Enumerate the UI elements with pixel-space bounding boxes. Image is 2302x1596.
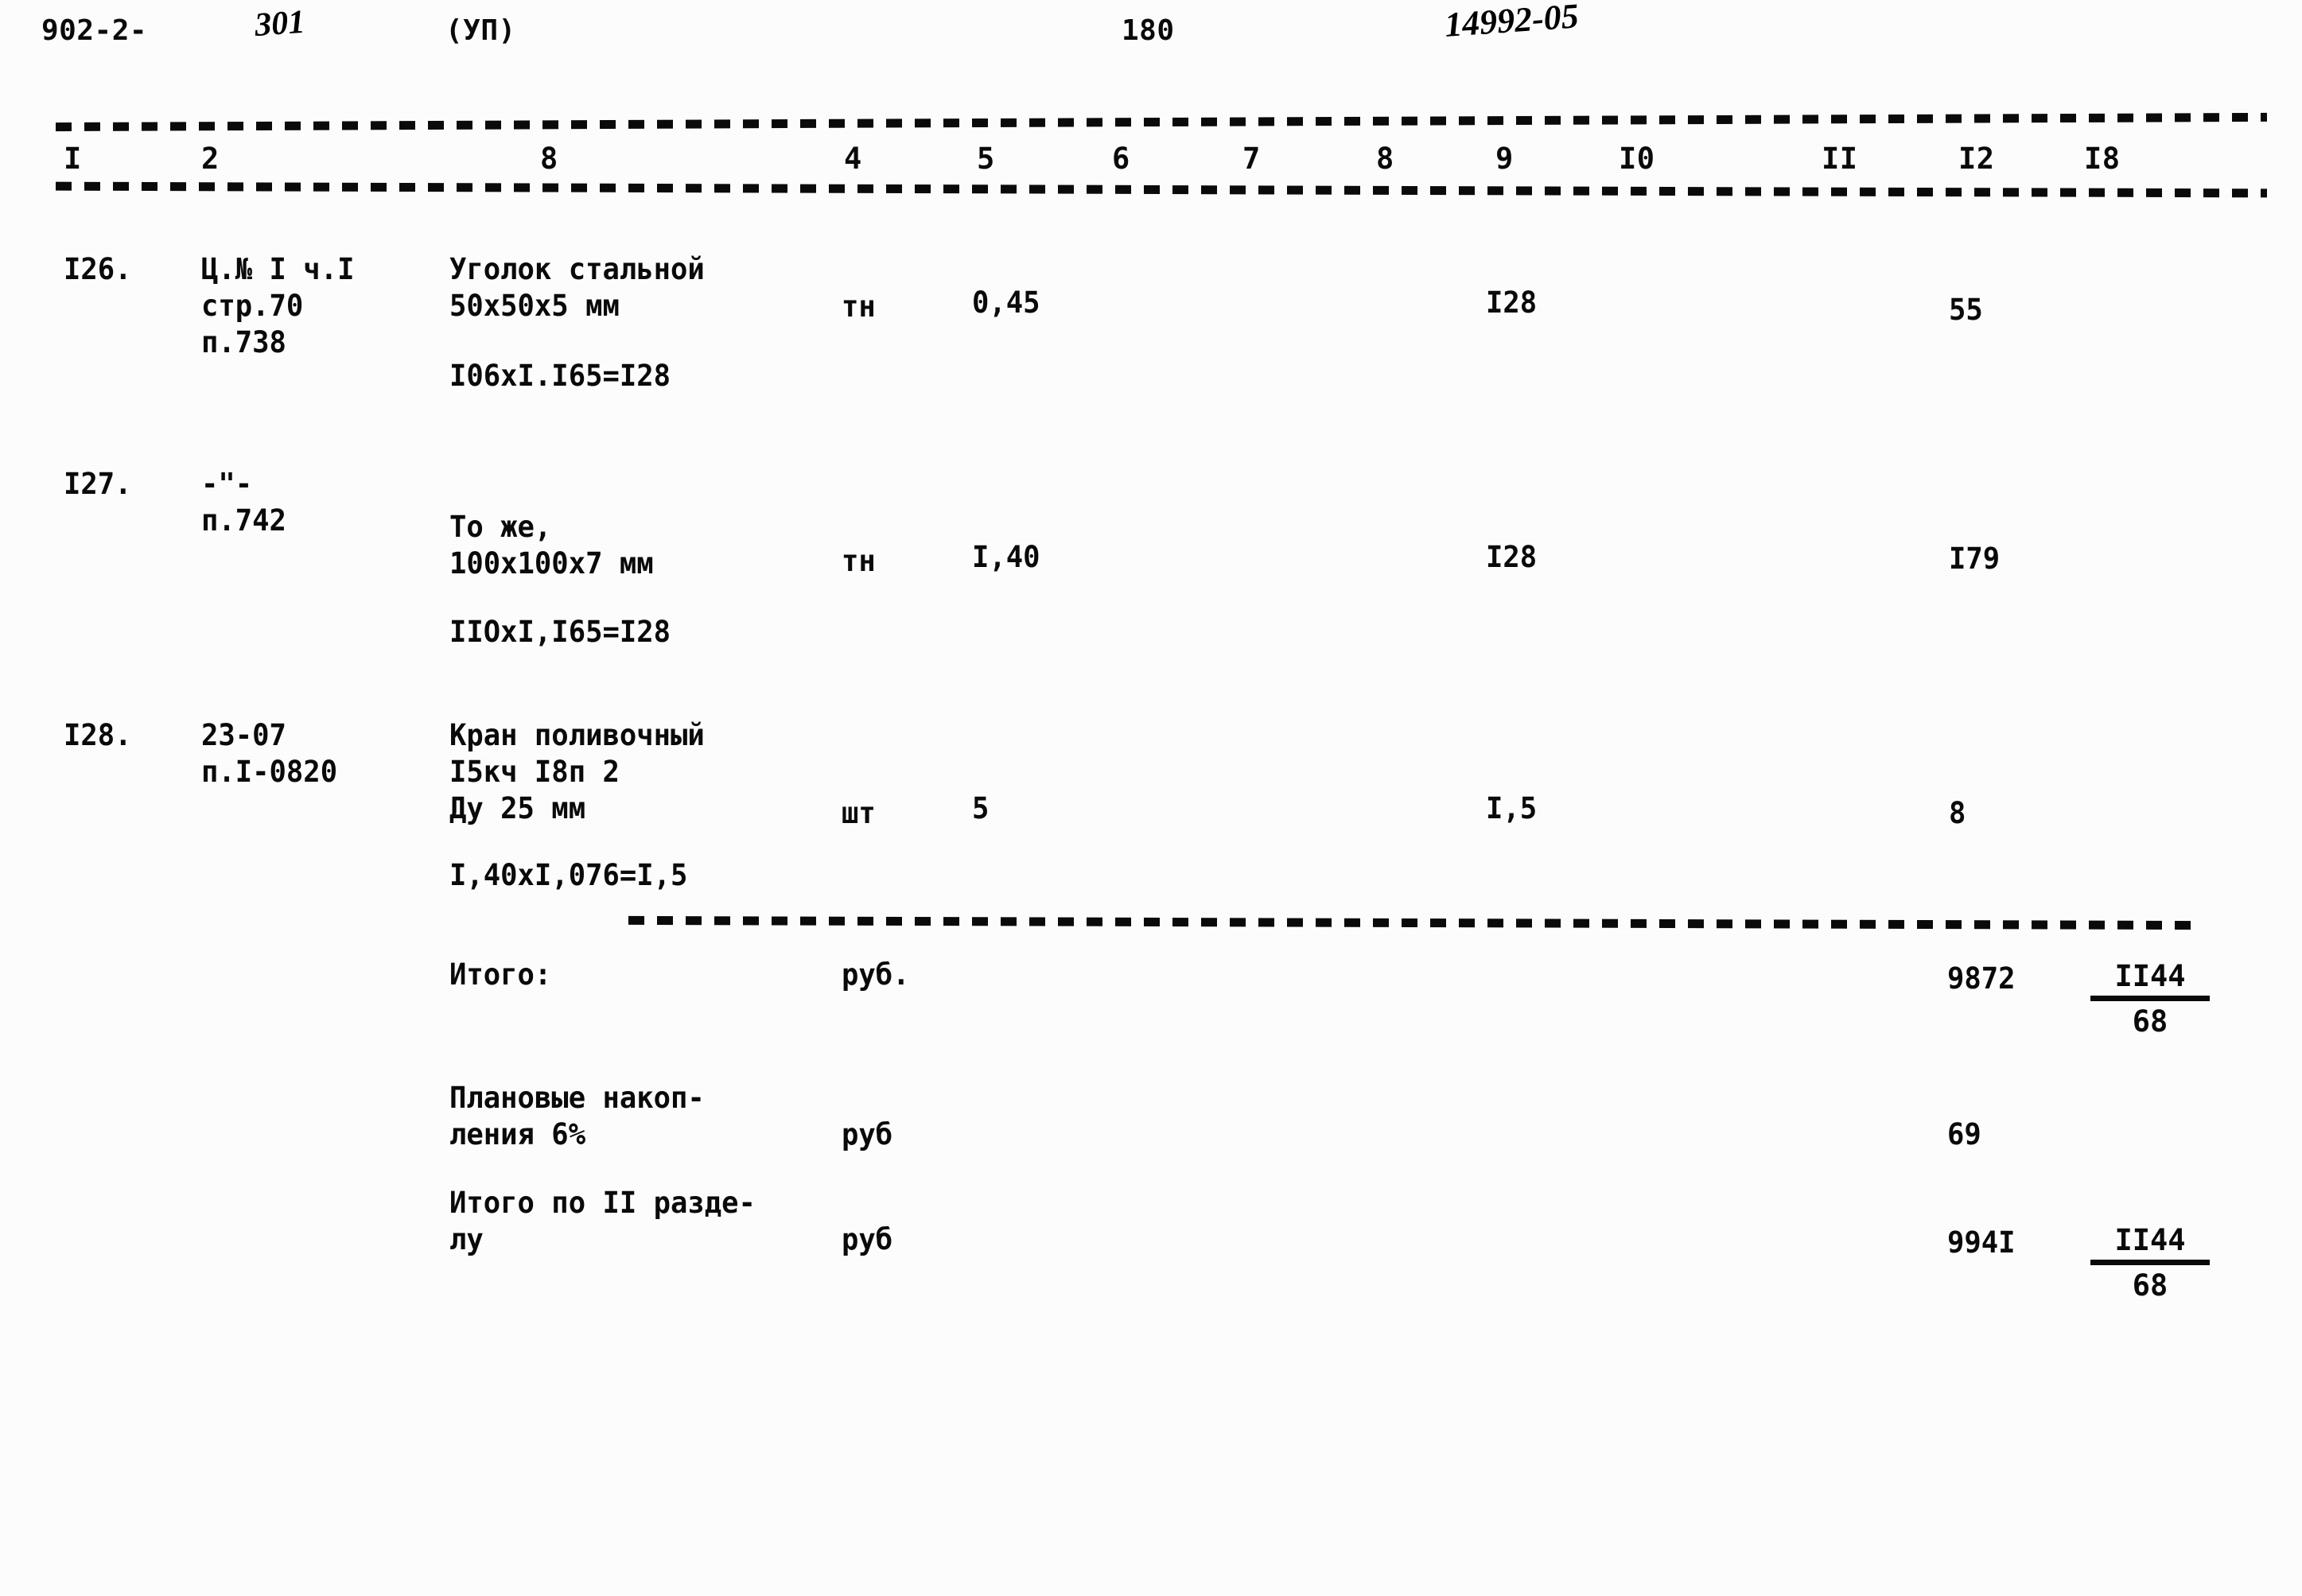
total-unit: руб [842, 1117, 893, 1151]
column-header-11: II [1822, 142, 1858, 176]
column-header-1: I [64, 142, 82, 176]
row-col9-value: I28 [1486, 540, 1538, 574]
column-header-13: I8 [2084, 142, 2121, 176]
column-header-5: 5 [977, 142, 995, 176]
column-header-6: 6 [1112, 142, 1130, 176]
total-col13-denominator: 68 [2132, 1268, 2168, 1303]
column-header-9: 9 [1495, 142, 1514, 176]
row-justification: Ц.№ I ч.I стр.70 п.738 [201, 252, 355, 359]
row-number: I26. [64, 252, 132, 286]
row-col12-value: I79 [1949, 542, 2001, 576]
total-label: Итого по II разде- лу [449, 1186, 756, 1256]
series-code: 902-2- [41, 14, 148, 47]
handwritten-series-number: 301 [253, 3, 306, 45]
row-justification: -"- п.742 [201, 467, 286, 538]
column-header-4: 4 [844, 142, 862, 176]
column-header-2: 2 [201, 142, 220, 176]
row-col9-value: I,5 [1486, 791, 1538, 825]
row-unit: шт [842, 796, 876, 830]
column-header-10: I0 [1619, 142, 1655, 176]
row-description: Уголок стальной 50х50х5 мм [449, 252, 705, 323]
total-col13-fraction: II44 68 [2090, 1222, 2210, 1304]
total-col13-fraction: II44 68 [2090, 958, 2210, 1040]
row-number: I28. [64, 718, 132, 752]
scanned-page: 902-2- 301 (УП) 180 14992-05 I 2 8 4 5 6… [0, 0, 2302, 1596]
row-col12-value: 55 [1949, 293, 1983, 327]
total-col13-denominator: 68 [2132, 1004, 2168, 1039]
row-quantity: 5 [972, 791, 990, 825]
row-quantity: 0,45 [972, 285, 1040, 320]
row-quantity: I,40 [972, 540, 1040, 574]
row-number: I27. [64, 467, 132, 501]
total-label: Итого: [449, 957, 552, 992]
page-number: 180 [1122, 14, 1175, 47]
row-col9-value: I28 [1486, 285, 1538, 320]
total-col12-value: 994I [1947, 1225, 2016, 1260]
total-col12-value: 9872 [1947, 961, 2016, 996]
row-description: То же, 100х100х7 мм [449, 510, 654, 581]
row-calculation: I,40xI,076=I,5 [449, 858, 688, 892]
total-label: Плановые накоп- ления 6% [449, 1081, 705, 1151]
total-unit: руб [842, 1222, 893, 1256]
row-justification: 23-07 п.I-0820 [201, 718, 338, 789]
totals-separator-dashed-rule [628, 915, 2200, 930]
row-unit: тн [842, 289, 876, 324]
total-col12-value: 69 [1947, 1117, 1981, 1151]
total-col13-numerator: II44 [2090, 1222, 2210, 1265]
row-col12-value: 8 [1949, 796, 1966, 830]
row-calculation: I06xI.I65=I28 [449, 359, 671, 393]
handwritten-archive-number: 14992-05 [1443, 0, 1581, 45]
row-calculation: IIOxI,I65=I28 [449, 615, 671, 649]
row-description: Кран поливочный I5кч I8п 2 Ду 25 мм [449, 718, 705, 825]
row-unit: тн [842, 544, 876, 578]
column-header-7: 7 [1242, 142, 1261, 176]
section-marker: (УП) [445, 14, 516, 47]
table-header-bottom-dashed-rule [55, 181, 2268, 198]
column-header-12: I2 [1958, 142, 1995, 176]
column-header-8: 8 [1376, 142, 1394, 176]
total-unit: руб. [842, 957, 910, 992]
total-col13-numerator: II44 [2090, 958, 2210, 1001]
column-header-3: 8 [540, 142, 558, 176]
table-top-dashed-rule [55, 112, 2268, 132]
